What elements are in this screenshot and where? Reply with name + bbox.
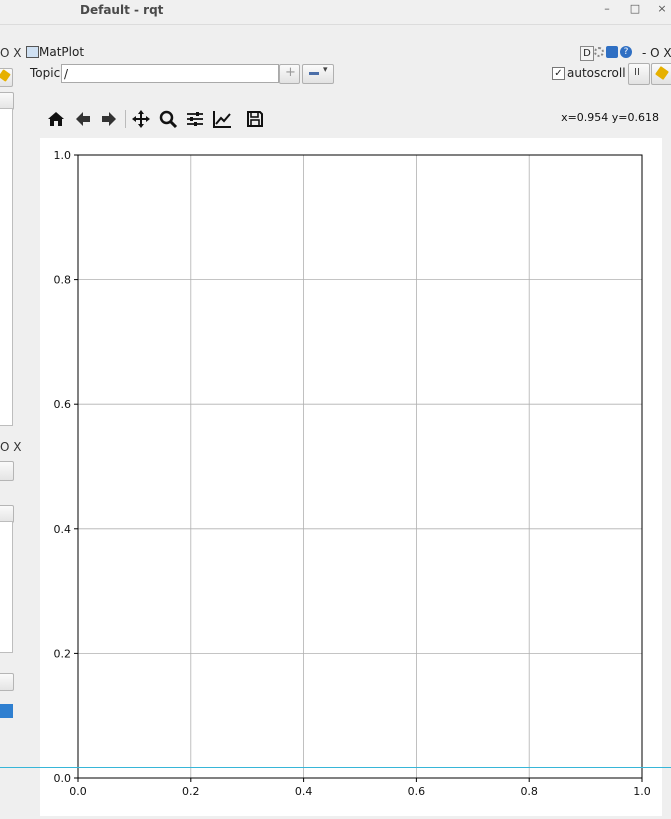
topic-input[interactable]: [61, 64, 279, 83]
left-panel-button-4[interactable]: [0, 673, 14, 691]
pan-icon[interactable]: [130, 108, 152, 130]
x-tick-label: 0.4: [295, 785, 313, 798]
pause-icon: II: [634, 67, 640, 78]
cursor-coordinate-readout: x=0.954 y=0.618: [561, 111, 659, 124]
figure-canvas[interactable]: 0.0 0.2 0.4 0.6 0.8 1.0 0.0 0.2 0.4 0.6 0.8 1.0: [40, 138, 662, 816]
remove-topic-button[interactable]: ▾: [302, 64, 334, 84]
y-tick-label: 0.4: [54, 523, 72, 536]
y-tick-label: 0.8: [54, 274, 72, 287]
zoom-icon[interactable]: [157, 108, 179, 130]
y-tick-label: 0.6: [54, 398, 72, 411]
bottom-accent-line: [0, 767, 671, 768]
minus-icon: [309, 72, 319, 75]
forward-arrow-icon[interactable]: [98, 108, 120, 130]
left-panel-button-2[interactable]: [0, 461, 14, 481]
left-clear-button[interactable]: [0, 68, 13, 87]
home-icon[interactable]: [45, 108, 67, 130]
y-tick-label: 1.0: [54, 149, 72, 162]
configure-subplots-icon[interactable]: [184, 108, 206, 130]
x-tick-label: 0.0: [69, 785, 87, 798]
x-tick-label: 0.2: [182, 785, 200, 798]
add-topic-button[interactable]: +: [279, 64, 300, 84]
x-tick-label: 1.0: [633, 785, 651, 798]
brush-icon: [655, 66, 669, 80]
axes-frame: [77, 154, 643, 779]
chevron-down-icon: ▾: [323, 65, 328, 75]
left-list[interactable]: [0, 521, 13, 653]
maximize-button[interactable]: □: [628, 2, 642, 15]
autoscroll-label: autoscroll: [567, 66, 626, 80]
plot-svg[interactable]: 0.0 0.2 0.4 0.6 0.8 1.0 0.0 0.2 0.4 0.6 0.8 1.0: [40, 138, 662, 816]
y-tick-label: 0.0: [54, 772, 72, 785]
plus-icon: +: [285, 65, 296, 80]
x-tick-label: 0.6: [408, 785, 426, 798]
clear-button[interactable]: [651, 63, 671, 85]
edit-axis-icon[interactable]: [211, 108, 233, 130]
minimize-button[interactable]: –: [600, 2, 614, 15]
left-dock-header-controls-2[interactable]: O X: [0, 440, 21, 454]
window-title: Default - rqt: [80, 3, 164, 17]
topic-label: Topic: [30, 66, 61, 80]
save-icon[interactable]: [244, 108, 266, 130]
settings-gear-icon[interactable]: [594, 47, 604, 57]
pause-button[interactable]: II: [628, 63, 650, 85]
left-selected-row[interactable]: [0, 704, 13, 718]
dynamic-reconfigure-icon[interactable]: D: [580, 46, 594, 61]
brush-icon: [0, 69, 11, 82]
plugin-title: MatPlot: [39, 45, 85, 59]
matplot-plugin-icon: [26, 46, 39, 58]
reload-icon[interactable]: [606, 46, 618, 58]
help-icon[interactable]: ?: [620, 46, 632, 58]
back-arrow-icon[interactable]: [72, 108, 94, 130]
plugin-window-controls[interactable]: - O X: [642, 46, 671, 60]
y-tick-label: 0.2: [54, 647, 72, 660]
left-dock-header-controls[interactable]: O X: [0, 46, 21, 60]
x-tick-label: 0.8: [520, 785, 538, 798]
autoscroll-checkbox[interactable]: ✓: [552, 67, 565, 80]
toolbar-separator: [125, 110, 126, 128]
left-topic-tree[interactable]: [0, 108, 13, 426]
close-button[interactable]: ×: [655, 2, 669, 15]
